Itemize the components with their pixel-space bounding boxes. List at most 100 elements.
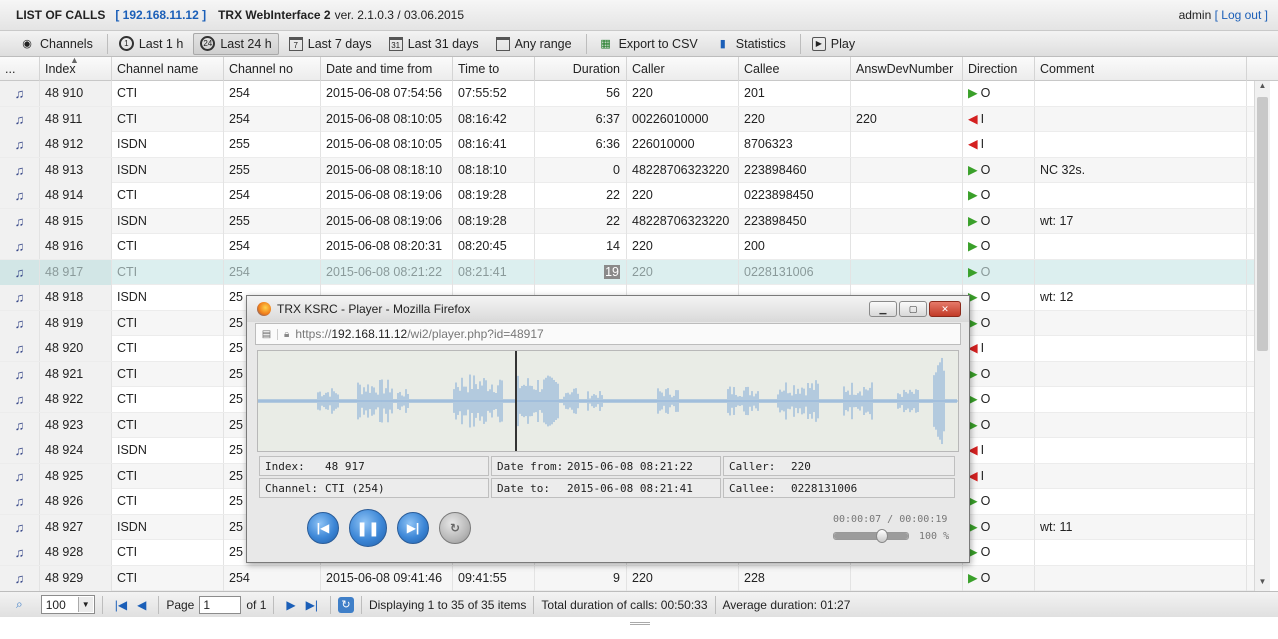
scroll-down-icon[interactable]: ▼: [1255, 577, 1270, 591]
search-icon[interactable]: ⌕: [16, 597, 23, 612]
server-ip[interactable]: [ 192.168.11.12 ]: [115, 8, 206, 22]
table-row[interactable]: ♫ 48 914 CTI 254 2015-06-08 08:19:06 08:19:28…: [0, 183, 1254, 209]
player-controls: |◀ ❚❚ ▶| ↻: [307, 509, 481, 547]
column-channel-no-header[interactable]: Channel no: [224, 57, 321, 81]
column-comment-header[interactable]: Comment: [1035, 57, 1247, 81]
player-titlebar[interactable]: TRX KSRC - Player - Mozilla Firefox ▁ ▢ …: [247, 296, 969, 322]
table-row[interactable]: ♫ 48 912 ISDN 255 2015-06-08 08:10:05 08:16:4…: [0, 132, 1254, 158]
column-duration-header[interactable]: Duration: [535, 57, 627, 81]
recording-note-cell: ♫: [0, 234, 40, 259]
scroll-thumb[interactable]: [1257, 97, 1268, 351]
music-note-icon[interactable]: ♫: [15, 316, 25, 331]
chevron-down-icon[interactable]: ▼: [77, 597, 93, 612]
cell-direction: ▶ O: [963, 565, 1035, 591]
recording-note-cell: ♫: [0, 463, 40, 489]
music-note-icon[interactable]: ♫: [15, 545, 25, 560]
cell-channel-no: 255: [224, 132, 321, 157]
music-note-icon[interactable]: ♫: [15, 392, 25, 407]
resize-grip-icon[interactable]: [630, 622, 650, 625]
play-label: Play: [830, 36, 856, 51]
table-row[interactable]: ♫ 48 910 CTI 254 2015-06-08 07:54:56 07:55:52…: [0, 81, 1254, 107]
cell-direction: ▶ O: [963, 387, 1035, 412]
rewind-icon[interactable]: |◀: [307, 512, 339, 544]
any-range-label: Any range: [514, 36, 572, 51]
cell-time-to: 09:41:55: [453, 565, 535, 591]
music-note-icon[interactable]: ♫: [15, 494, 25, 509]
any-range-button[interactable]: Any range: [489, 33, 579, 55]
last-24h-button[interactable]: 24 Last 24 h: [193, 32, 279, 55]
direction-text: O: [980, 264, 991, 279]
volume-knob[interactable]: [876, 529, 888, 543]
channels-button[interactable]: ◉ Channels: [12, 33, 100, 55]
cell-answ-dev: [851, 132, 963, 157]
music-note-icon[interactable]: ♫: [15, 520, 25, 535]
reload-icon[interactable]: ↻: [439, 512, 471, 544]
table-row[interactable]: ♫ 48 929 CTI 254 2015-06-08 09:41:46 09:41:55…: [0, 565, 1254, 591]
forward-icon[interactable]: ▶|: [397, 512, 429, 544]
last-31-days-button[interactable]: 31 Last 31 days: [382, 33, 486, 55]
page-size-select[interactable]: 100 ▼: [40, 595, 95, 614]
column-direction-header[interactable]: Direction: [963, 57, 1035, 81]
music-note-icon[interactable]: ♫: [15, 341, 25, 356]
export-csv-button[interactable]: ▦ Export to CSV: [591, 33, 705, 55]
outgoing-arrow-icon: ▶: [968, 188, 978, 202]
cell-callee: 200: [739, 234, 851, 259]
cell-direction: ▶ O: [963, 412, 1035, 438]
column-answdev-header[interactable]: AnswDevNumber: [851, 57, 963, 81]
volume-slider[interactable]: [833, 529, 909, 543]
music-note-icon[interactable]: ♫: [15, 265, 25, 280]
minimize-icon[interactable]: ▁: [869, 301, 897, 317]
column-caller-header[interactable]: Caller: [627, 57, 739, 81]
last-1h-button[interactable]: 1 Last 1 h: [112, 33, 190, 55]
column-time-to-header[interactable]: Time to: [453, 57, 535, 81]
music-note-icon[interactable]: ♫: [15, 469, 25, 484]
bottom-strip: [0, 617, 1278, 639]
url-bar[interactable]: ▤ 🔒︎ https://192.168.11.12/wi2/player.ph…: [255, 323, 961, 345]
music-note-icon[interactable]: ♫: [15, 367, 25, 382]
music-note-icon[interactable]: ♫: [15, 290, 25, 305]
cell-index: 48 910: [40, 81, 112, 106]
column-index-header[interactable]: ▲ Index: [40, 55, 112, 81]
music-note-icon[interactable]: ♫: [15, 443, 25, 458]
music-note-icon[interactable]: ♫: [15, 137, 25, 152]
statistics-button[interactable]: ▮ Statistics: [708, 33, 793, 55]
next-page-icon[interactable]: ▶: [286, 598, 295, 612]
logout-link[interactable]: Log out: [1221, 8, 1261, 22]
cell-date-from: 2015-06-08 08:10:05: [321, 132, 453, 157]
maximize-icon[interactable]: ▢: [899, 301, 927, 317]
music-note-icon[interactable]: ♫: [15, 239, 25, 254]
last-7-days-button[interactable]: 7 Last 7 days: [282, 33, 379, 55]
column-channel-name-header[interactable]: Channel name: [112, 57, 224, 81]
scroll-up-icon[interactable]: ▲: [1255, 81, 1270, 95]
table-row[interactable]: ♫ 48 917 CTI 254 2015-06-08 08:21:22 08:21:41…: [0, 259, 1254, 285]
direction-text: O: [980, 570, 991, 585]
close-icon[interactable]: ✕: [929, 301, 961, 317]
waveform-display[interactable]: [257, 350, 959, 452]
table-row[interactable]: ♫ 48 913 ISDN 255 2015-06-08 08:18:10 08:18:1…: [0, 157, 1254, 183]
column-callee-header[interactable]: Callee: [739, 57, 851, 81]
table-row[interactable]: ♫ 48 916 CTI 254 2015-06-08 08:20:31 08:20:45…: [0, 234, 1254, 260]
music-note-icon[interactable]: ♫: [15, 163, 25, 178]
prev-page-icon[interactable]: ◀: [137, 598, 146, 612]
toolbar-divider: [106, 33, 108, 54]
music-note-icon[interactable]: ♫: [15, 112, 25, 127]
music-note-icon[interactable]: ♫: [15, 86, 25, 101]
column-menu-header[interactable]: ...: [0, 57, 40, 81]
cell-caller: 220: [627, 81, 739, 106]
music-note-icon[interactable]: ♫: [15, 418, 25, 433]
column-date-from-header[interactable]: Date and time from: [321, 57, 453, 81]
music-note-icon[interactable]: ♫: [15, 571, 25, 586]
cell-channel-no: 254: [224, 259, 321, 285]
table-row[interactable]: ♫ 48 915 ISDN 255 2015-06-08 08:19:06 08:19:2…: [0, 208, 1254, 234]
pause-icon[interactable]: ❚❚: [349, 509, 387, 547]
table-row[interactable]: ♫ 48 911 CTI 254 2015-06-08 08:10:05 08:16:42…: [0, 106, 1254, 132]
music-note-icon[interactable]: ♫: [15, 188, 25, 203]
refresh-icon[interactable]: ↻: [337, 596, 354, 613]
play-button[interactable]: ▶ Play: [805, 33, 862, 55]
music-note-icon[interactable]: ♫: [15, 214, 25, 229]
page-number-input[interactable]: 1: [199, 595, 242, 614]
last-page-icon[interactable]: ▶|: [306, 598, 318, 612]
vertical-scrollbar[interactable]: ▲ ▼: [1254, 81, 1270, 591]
first-page-icon[interactable]: |◀: [115, 598, 127, 612]
recording-note-cell: ♫: [0, 259, 40, 285]
